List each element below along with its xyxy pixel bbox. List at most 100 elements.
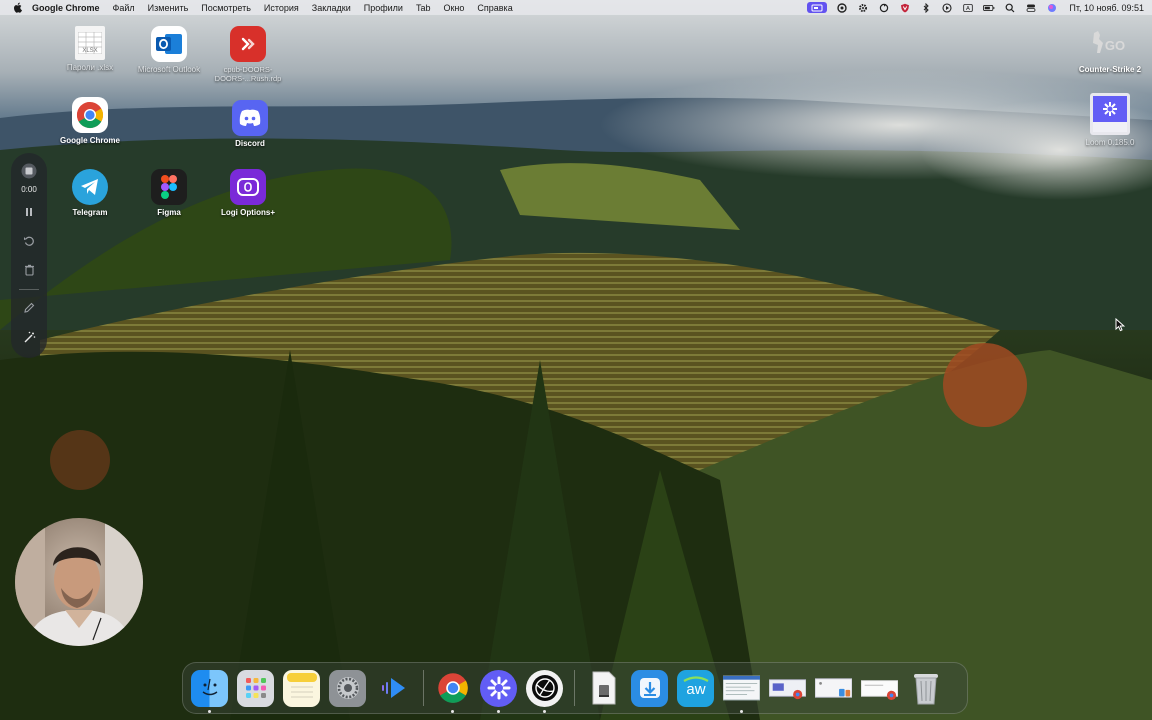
- dock-activitywatch[interactable]: aw: [677, 669, 714, 707]
- apple-logo-icon[interactable]: [12, 2, 23, 13]
- menu-bookmarks[interactable]: Закладки: [312, 3, 351, 13]
- desktop-icon-label: Microsoft Outlook: [137, 65, 201, 74]
- control-center-icon[interactable]: [1025, 3, 1037, 13]
- menubar-clock[interactable]: Пт, 10 нояб. 09:51: [1069, 3, 1144, 13]
- shield-icon[interactable]: [899, 3, 911, 13]
- play-circle-icon[interactable]: [941, 2, 953, 13]
- chrome-icon: [437, 673, 468, 703]
- desktop-icon-label: Figma: [157, 208, 181, 217]
- pencil-icon[interactable]: [18, 297, 40, 319]
- desktop-icon-passwords-xlsx[interactable]: XLSX Пароли .xlsx: [50, 26, 130, 73]
- dock: aw: [182, 662, 968, 714]
- running-indicator: [497, 709, 500, 713]
- running-indicator: [740, 709, 743, 713]
- dock-notes[interactable]: [283, 669, 320, 707]
- dock-finder[interactable]: [191, 669, 228, 713]
- desktop-icon-label: Google Chrome: [59, 136, 120, 145]
- dock-voice-app[interactable]: [375, 670, 412, 707]
- telegram-icon: [72, 169, 108, 205]
- menu-file[interactable]: Файл: [113, 3, 135, 13]
- desktop-icon-label: Loom 0.185.0: [1085, 138, 1135, 147]
- desktop-wallpaper: [0, 0, 1152, 720]
- desktop-icon-label: Пароли .xlsx: [66, 63, 114, 72]
- dock-window-preview-2[interactable]: [769, 670, 806, 707]
- activitywatch-icon: aw: [682, 676, 709, 698]
- dock-google-chrome[interactable]: [434, 670, 471, 713]
- menu-edit[interactable]: Изменить: [148, 3, 189, 13]
- loom-recording-icon[interactable]: [807, 2, 828, 13]
- menu-bar: Google Chrome Файл Изменить Посмотреть И…: [0, 0, 1152, 15]
- dock-perplexity[interactable]: [526, 669, 563, 713]
- logi-options-icon: [230, 169, 266, 205]
- dock-separator: [423, 670, 424, 706]
- dock-downloads[interactable]: [631, 669, 668, 707]
- desktop-icon-outlook[interactable]: Microsoft Outlook: [129, 26, 209, 75]
- counter-strike-icon: GO: [1088, 26, 1132, 62]
- dock-separator: [574, 670, 575, 706]
- voice-wave-icon: [381, 678, 405, 698]
- dock-system-settings[interactable]: [329, 669, 366, 707]
- webcam-bubble[interactable]: [15, 518, 143, 646]
- menu-window[interactable]: Окно: [443, 3, 464, 13]
- bluetooth-icon[interactable]: [920, 2, 932, 13]
- siri-icon[interactable]: [1046, 3, 1058, 13]
- mouse-pointer-icon: [1115, 317, 1126, 335]
- menu-profiles[interactable]: Профили: [364, 3, 403, 13]
- recording-timer: 0:00: [21, 185, 37, 194]
- desktop-icon-label: Discord: [235, 139, 265, 148]
- desktop-icon-chrome[interactable]: Google Chrome: [50, 97, 130, 146]
- desktop-icon-logi-options[interactable]: Logi Options+: [208, 169, 288, 218]
- pause-button[interactable]: [18, 201, 40, 223]
- menu-history[interactable]: История: [264, 3, 299, 13]
- vpn-shield-icon[interactable]: [836, 2, 848, 13]
- battery-icon[interactable]: [983, 3, 995, 13]
- desktop-icon-rdp-file[interactable]: cpub-DOORS-DOORS-...Rush.rdp: [208, 26, 288, 83]
- remote-desktop-icon: [230, 26, 266, 62]
- desktop-icon-telegram[interactable]: Telegram: [50, 169, 130, 218]
- outlook-icon: [151, 26, 187, 62]
- magic-wand-icon[interactable]: [18, 326, 40, 348]
- svg-text:aw: aw: [686, 681, 705, 698]
- active-app-name[interactable]: Google Chrome: [32, 3, 100, 13]
- figma-icon: [151, 169, 187, 205]
- desktop-icon-loom-dmg[interactable]: Loom 0.185.0: [1070, 93, 1150, 148]
- desktop-icon-counter-strike[interactable]: GO Counter-Strike 2: [1070, 26, 1150, 75]
- gear-icon: [336, 677, 359, 699]
- input-source-icon[interactable]: A: [962, 3, 974, 13]
- spotlight-search-icon[interactable]: [1004, 3, 1016, 13]
- menu-view[interactable]: Посмотреть: [201, 3, 251, 13]
- dock-loom[interactable]: [480, 669, 517, 713]
- dock-launchpad[interactable]: [237, 669, 274, 707]
- dock-window-preview-3[interactable]: [815, 670, 852, 707]
- status-area: A Пт, 10 нояб. 09:51: [807, 0, 1144, 15]
- running-indicator: [543, 709, 546, 713]
- window-thumbnail-icon: [861, 680, 898, 701]
- desktop-icon-discord[interactable]: Discord: [210, 100, 290, 149]
- dock-window-preview-4[interactable]: [861, 670, 898, 707]
- dock-trash[interactable]: [907, 670, 944, 707]
- spreadsheet-file-icon: XLSX: [75, 26, 105, 60]
- dock-disk-image[interactable]: [585, 670, 622, 707]
- gear-icon[interactable]: [857, 3, 869, 13]
- stop-recording-button[interactable]: [18, 160, 40, 182]
- dock-window-preview-1[interactable]: [723, 670, 760, 713]
- desktop-icon-label: Telegram: [72, 208, 108, 217]
- window-thumbnail-icon: [769, 679, 806, 700]
- desktop-icon-figma[interactable]: Figma: [129, 169, 209, 218]
- loom-icon: [487, 676, 510, 700]
- window-thumbnail-icon: [815, 678, 852, 698]
- trash-icon[interactable]: [18, 259, 40, 281]
- menu-help[interactable]: Справка: [477, 3, 512, 13]
- running-indicator: [451, 709, 454, 713]
- menu-tab[interactable]: Tab: [416, 3, 431, 13]
- desktop-icon-label: Logi Options+: [221, 208, 275, 217]
- toolbar-divider: [19, 289, 39, 290]
- sync-icon[interactable]: [878, 3, 890, 13]
- svg-text:A: A: [966, 6, 970, 12]
- desktop-icon-label: Counter-Strike 2: [1078, 65, 1142, 74]
- restart-icon[interactable]: [18, 230, 40, 252]
- svg-text:GO: GO: [1105, 38, 1125, 53]
- loom-installer-icon: [1090, 93, 1130, 135]
- disk-image-icon: [592, 671, 615, 705]
- launchpad-icon: [245, 678, 266, 698]
